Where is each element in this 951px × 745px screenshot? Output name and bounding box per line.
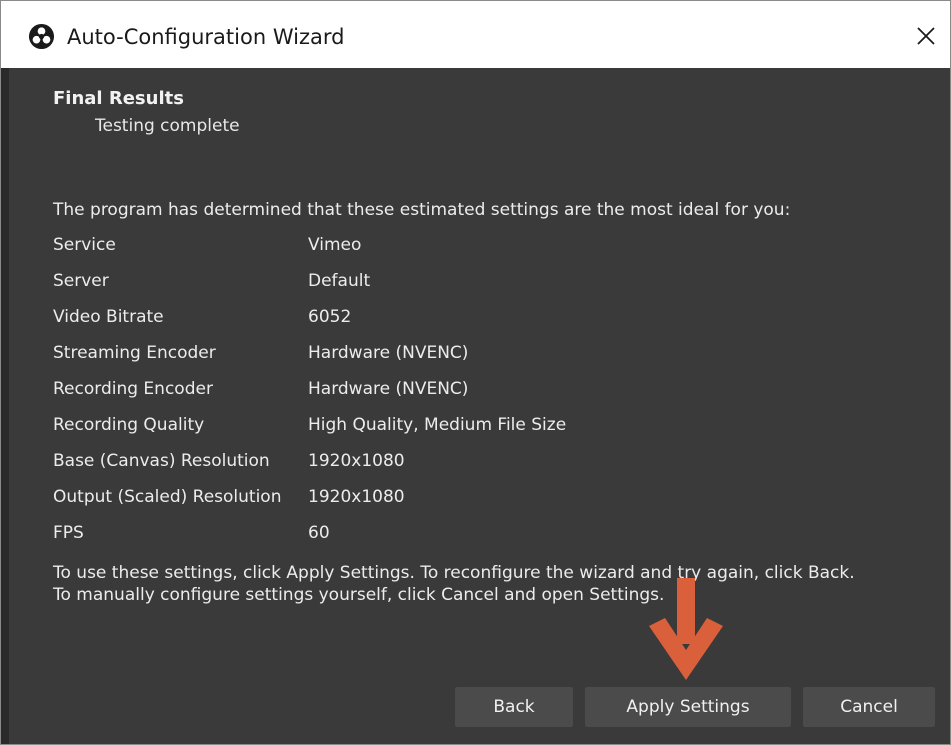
setting-label: Service	[53, 235, 116, 255]
cancel-button[interactable]: Cancel	[803, 687, 935, 727]
setting-label: Streaming Encoder	[53, 343, 216, 363]
setting-label: Recording Quality	[53, 415, 205, 435]
setting-value: 1920x1080	[308, 451, 405, 471]
setting-value: Hardware (NVENC)	[308, 379, 469, 399]
setting-value: High Quality, Medium File Size	[308, 415, 567, 435]
setting-label: Video Bitrate	[53, 307, 164, 327]
setting-label: Base (Canvas) Resolution	[53, 451, 270, 471]
close-icon[interactable]	[908, 18, 944, 54]
down-arrow-icon	[649, 578, 723, 680]
instructions-line-1: To use these settings, click Apply Setti…	[53, 563, 855, 583]
setting-label: Output (Scaled) Resolution	[53, 487, 282, 507]
instructions-line-2: To manually configure settings yourself,…	[53, 585, 665, 605]
wizard-content: Final Results Testing complete The progr…	[9, 68, 950, 744]
window-title: Auto-Configuration Wizard	[67, 25, 345, 49]
page-subtitle: Testing complete	[95, 116, 240, 136]
setting-value: Default	[308, 271, 371, 291]
setting-value: 6052	[308, 307, 352, 327]
apply-settings-button[interactable]: Apply Settings	[585, 687, 791, 727]
page-title: Final Results	[53, 88, 184, 109]
obs-logo-icon	[28, 23, 55, 50]
setting-label: Recording Encoder	[53, 379, 213, 399]
back-button[interactable]: Back	[455, 687, 573, 727]
setting-value: 60	[308, 523, 330, 543]
instructions-text: To use these settings, click Apply Setti…	[53, 562, 933, 606]
title-bar: Auto-Configuration Wizard	[1, 1, 950, 68]
setting-value: Hardware (NVENC)	[308, 343, 469, 363]
wizard-window: Auto-Configuration Wizard Final Results …	[0, 0, 951, 745]
intro-text: The program has determined that these es…	[53, 200, 791, 220]
setting-label: FPS	[53, 523, 84, 543]
setting-label: Server	[53, 271, 109, 291]
left-edge	[1, 68, 9, 744]
setting-value: 1920x1080	[308, 487, 405, 507]
setting-value: Vimeo	[308, 235, 362, 255]
